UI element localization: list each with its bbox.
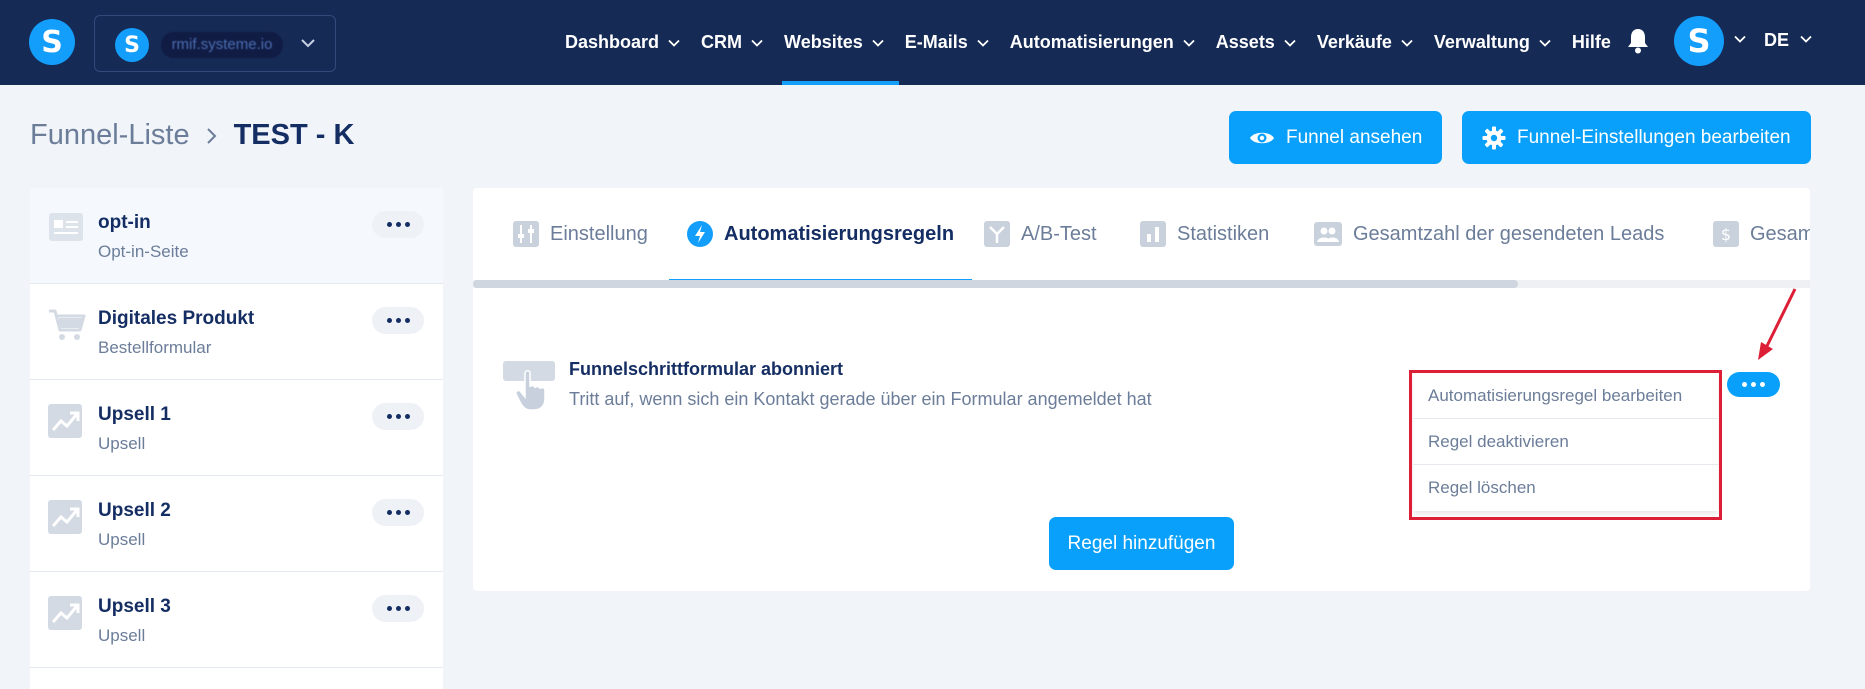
rule-trigger-description: Tritt auf, wenn sich ein Kontakt gerade … xyxy=(569,389,1152,409)
funnel-step-upsell-1[interactable]: Upsell 1 Upsell xyxy=(30,380,443,476)
nav-crm[interactable]: CRM xyxy=(701,0,772,85)
funnel-step-opt-in[interactable]: opt-in Opt-in-Seite xyxy=(30,188,443,284)
funnel-step-upsell-3[interactable]: Upsell 3 Upsell xyxy=(30,572,443,668)
language-selector[interactable]: DE xyxy=(1764,30,1789,51)
bar-chart-icon xyxy=(1140,221,1166,247)
workspace-switcher[interactable]: S rmif.systeme.io xyxy=(94,15,336,72)
form-page-icon xyxy=(49,213,83,241)
step-type: Upsell xyxy=(98,434,146,453)
chevron-down-icon[interactable] xyxy=(1800,35,1812,43)
tab-total-revenue[interactable]: $ Gesamtumsatz xyxy=(1713,188,1810,280)
nav-websites[interactable]: Websites xyxy=(782,0,899,85)
bell-icon[interactable] xyxy=(1627,28,1649,54)
funnel-steps-sidebar: opt-in Opt-in-Seite Digitales Produkt Be… xyxy=(30,188,443,689)
rule-more-button[interactable] xyxy=(1727,372,1780,397)
workspace-name: rmif.systeme.io xyxy=(161,32,283,58)
lightning-icon xyxy=(687,221,713,247)
dollar-icon: $ xyxy=(1713,221,1739,247)
nav-help[interactable]: Hilfe xyxy=(1572,0,1620,85)
nav-automations[interactable]: Automatisierungen xyxy=(1010,0,1204,85)
top-navigation-bar: S S rmif.systeme.io Dashboard CRM Websit… xyxy=(0,0,1865,85)
tab-ab-test[interactable]: A/B-Test xyxy=(984,188,1097,280)
cart-icon xyxy=(49,309,86,340)
tab-scrollbar-thumb[interactable] xyxy=(473,280,1518,288)
chevron-right-icon xyxy=(206,127,217,144)
workspace-logo: S xyxy=(115,28,149,62)
step-type: Upsell xyxy=(98,530,146,549)
nav-dashboard[interactable]: Dashboard xyxy=(565,0,689,85)
step-more-button[interactable] xyxy=(372,499,424,526)
gear-icon xyxy=(1482,126,1506,149)
funnel-step-digital-product[interactable]: Digitales Produkt Bestellformular xyxy=(30,284,443,380)
step-type: Upsell xyxy=(98,626,146,645)
sliders-icon xyxy=(513,221,539,247)
breadcrumb-funnel-list[interactable]: Funnel-Liste xyxy=(30,119,190,152)
main-menu: Dashboard CRM Websites E-Mails Automatis… xyxy=(565,0,1632,85)
step-title: Digitales Produkt xyxy=(98,308,255,329)
step-type: Bestellformular xyxy=(98,338,212,357)
chevron-down-icon[interactable] xyxy=(1734,35,1746,43)
trend-up-icon xyxy=(48,404,82,438)
tab-total-leads-sent[interactable]: Gesamtzahl der gesendeten Leads xyxy=(1314,188,1664,280)
chevron-down-icon xyxy=(1401,39,1413,47)
systeme-logo[interactable]: S xyxy=(29,19,75,65)
step-title: Upsell 1 xyxy=(98,404,171,425)
nav-assets[interactable]: Assets xyxy=(1216,0,1305,85)
step-more-button[interactable] xyxy=(372,211,424,238)
eye-icon xyxy=(1250,132,1274,143)
nav-administration[interactable]: Verwaltung xyxy=(1434,0,1560,85)
trend-up-icon xyxy=(48,500,82,534)
annotation-arrow xyxy=(1758,288,1797,360)
tab-settings[interactable]: Einstellung xyxy=(513,188,648,280)
split-icon xyxy=(984,221,1010,247)
funnel-step-upsell-2[interactable]: Upsell 2 Upsell xyxy=(30,476,443,572)
step-title: Upsell 2 xyxy=(98,500,171,521)
user-avatar[interactable]: S xyxy=(1674,16,1724,66)
chevron-down-icon xyxy=(668,39,680,47)
step-more-button[interactable] xyxy=(372,307,424,334)
step-more-button[interactable] xyxy=(372,595,424,622)
tab-statistics[interactable]: Statistiken xyxy=(1140,188,1269,280)
edit-funnel-settings-button[interactable]: Funnel-Einstellungen bearbeiten xyxy=(1462,111,1811,164)
nav-sales[interactable]: Verkäufe xyxy=(1317,0,1422,85)
chevron-down-icon xyxy=(977,39,989,47)
trend-up-icon xyxy=(48,596,82,630)
tab-automation-rules[interactable]: Automatisierungsregeln xyxy=(668,188,973,280)
view-funnel-button[interactable]: Funnel ansehen xyxy=(1229,111,1443,164)
breadcrumb: Funnel-Liste TEST - K xyxy=(30,119,354,152)
page-title: TEST - K xyxy=(233,119,355,151)
users-icon xyxy=(1314,222,1342,246)
add-rule-button[interactable]: Regel hinzufügen xyxy=(1049,517,1234,570)
chevron-down-icon xyxy=(301,39,315,48)
step-title: opt-in xyxy=(98,212,151,233)
tab-bar: Einstellung Automatisierungsregeln A/B-T… xyxy=(473,188,1810,280)
step-more-button[interactable] xyxy=(372,403,424,430)
rule-trigger-title: Funnelschrittformular abonniert xyxy=(569,359,844,379)
step-title: Upsell 3 xyxy=(98,596,171,617)
chevron-down-icon xyxy=(1284,39,1296,47)
chevron-down-icon xyxy=(1539,39,1551,47)
svg-text:$: $ xyxy=(1721,225,1731,244)
chevron-down-icon xyxy=(872,39,884,47)
chevron-down-icon xyxy=(1183,39,1195,47)
highlight-box xyxy=(1409,370,1722,520)
chevron-down-icon xyxy=(751,39,763,47)
step-type: Opt-in-Seite xyxy=(98,242,189,261)
nav-emails[interactable]: E-Mails xyxy=(905,0,998,85)
pointer-hand-icon xyxy=(503,361,555,411)
